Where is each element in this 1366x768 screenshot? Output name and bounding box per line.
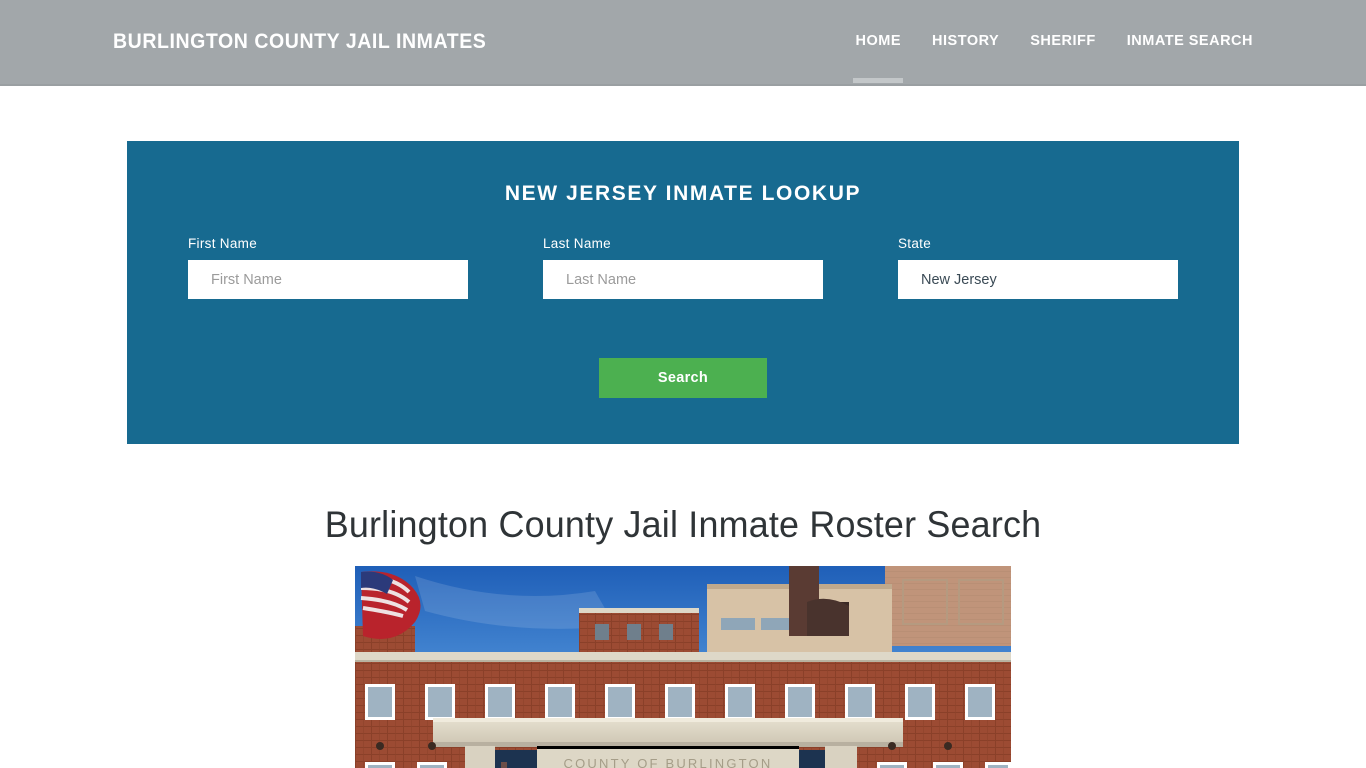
nav-item-history[interactable]: HISTORY — [932, 33, 999, 49]
last-name-label: Last Name — [543, 236, 611, 251]
building-photo-illustration: COUNTY OF BURLINGTON — [355, 566, 1011, 768]
lookup-panel-title: NEW JERSEY INMATE LOOKUP — [504, 182, 862, 205]
nav-item-home[interactable]: HOME — [853, 33, 904, 83]
county-building-photo: COUNTY OF BURLINGTON — [355, 566, 1011, 768]
inmate-lookup-panel: NEW JERSEY INMATE LOOKUP First Name Last… — [127, 141, 1239, 444]
nav-item-label: HOME — [855, 33, 902, 49]
first-name-label: First Name — [188, 236, 258, 251]
site-title: BURLINGTON COUNTY JAIL INMATES — [113, 30, 487, 53]
nav-item-label: SHERIFF — [1030, 33, 1096, 49]
last-name-input[interactable] — [543, 260, 823, 299]
page-title: Burlington County Jail Inmate Roster Sea… — [324, 504, 1042, 545]
nav-item-label: HISTORY — [932, 33, 1000, 49]
last-name-field-group: Last Name — [543, 236, 823, 299]
first-name-input[interactable] — [188, 260, 468, 299]
state-field-group: State — [898, 236, 1178, 299]
first-name-field-group: First Name — [188, 236, 468, 299]
search-button[interactable]: Search — [599, 358, 767, 398]
engraved-building-text: COUNTY OF BURLINGTON — [564, 756, 773, 768]
nav-item-inmate-search[interactable]: INMATE SEARCH — [1127, 33, 1253, 49]
lookup-fields-row: First Name Last Name State — [127, 236, 1239, 316]
site-header: BURLINGTON COUNTY JAIL INMATES HOME HIST… — [0, 0, 1366, 86]
nav-item-label: INMATE SEARCH — [1126, 33, 1253, 49]
active-nav-indicator — [853, 78, 904, 83]
main-navigation: HOME HISTORY SHERIFF INMATE SEARCH — [853, 33, 1253, 83]
state-label: State — [898, 236, 932, 251]
state-input[interactable] — [898, 260, 1178, 299]
nav-item-sheriff[interactable]: SHERIFF — [1030, 33, 1096, 49]
